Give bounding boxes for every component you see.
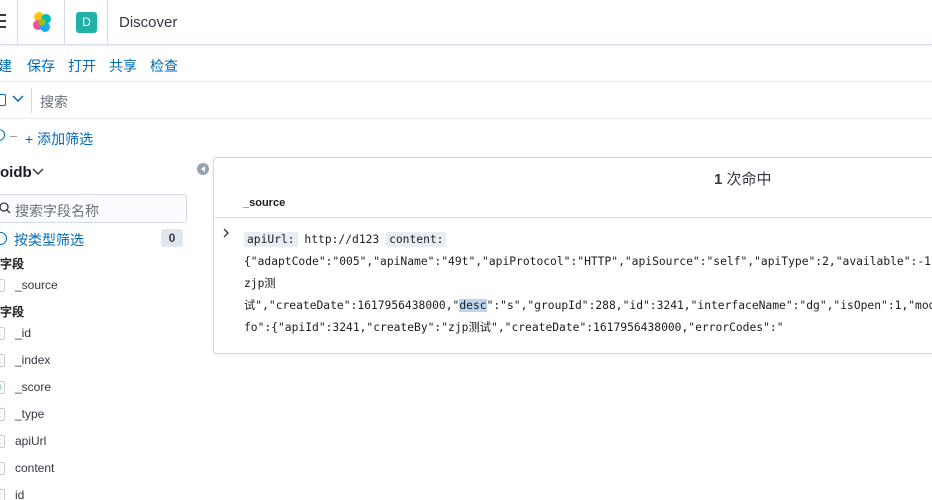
top-nav-menu: 建 保存 打开 共享 检查 xyxy=(0,46,932,82)
header-divider xyxy=(214,217,932,218)
doc-line: fo":{"apiId":3241,"createBy":"zjp测试","cr… xyxy=(244,321,784,334)
results-panel: 1 次命中 _source apiUrl: http://d123 conten… xyxy=(213,157,932,354)
chevron-down-icon[interactable] xyxy=(12,95,24,103)
field-type-icon: t xyxy=(0,435,5,448)
hit-count-label: 次命中 xyxy=(726,171,772,188)
doc-line: zjp测 xyxy=(244,277,276,290)
doc-line: {"adaptCode":"005","apiName":"49t","apiP… xyxy=(244,255,932,268)
filter-icon xyxy=(0,232,7,245)
query-bar: 搜索 xyxy=(0,82,932,119)
field-name: _index xyxy=(15,353,51,367)
chevron-right-icon[interactable] xyxy=(222,228,230,238)
chevron-down-icon[interactable] xyxy=(32,168,44,176)
field-item[interactable]: t _type xyxy=(0,406,174,424)
app-header: D Discover xyxy=(0,0,932,45)
field-item[interactable]: t content xyxy=(0,460,174,478)
saved-query-icon[interactable] xyxy=(0,94,6,106)
doc-line: 试","createDate":1617956438000,"desc":"s"… xyxy=(244,295,932,317)
open-button[interactable]: 打开 xyxy=(68,56,96,76)
menu-icon[interactable] xyxy=(0,14,8,28)
filter-by-type-label: 按类型筛选 xyxy=(14,232,84,248)
field-name: content xyxy=(15,461,55,475)
field-item[interactable]: t _id xyxy=(0,325,174,343)
field-search-placeholder: 搜索字段名称 xyxy=(15,203,99,219)
share-button[interactable]: 共享 xyxy=(109,56,137,76)
field-type-icon: t xyxy=(0,462,5,475)
search-input[interactable]: 搜索 xyxy=(40,92,68,112)
document-source: apiUrl: http://d123 content: {"adaptCode… xyxy=(244,229,932,339)
save-button[interactable]: 保存 xyxy=(27,56,55,76)
header-divider xyxy=(107,0,108,45)
query-divider xyxy=(31,88,32,113)
field-type-icon: t xyxy=(0,327,5,340)
field-item[interactable]: t apiUrl xyxy=(0,433,174,451)
doc-text: ":"s","groupId":288,"id":3241,"interface… xyxy=(486,299,932,312)
field-name: _id xyxy=(15,326,32,340)
field-type-icon: t xyxy=(0,408,5,421)
inspect-button[interactable]: 检查 xyxy=(150,56,178,76)
selected-fields-heading: 定字段 xyxy=(0,257,25,271)
hit-count: 1 次命中 xyxy=(714,168,772,189)
available-fields-heading: 用字段 xyxy=(0,305,25,319)
field-item[interactable]: › _source xyxy=(0,277,174,295)
field-name: apiUrl xyxy=(15,434,47,448)
filter-by-type-button[interactable]: 按类型筛选 0 xyxy=(0,229,184,249)
filter-divider xyxy=(10,136,17,137)
filter-count-badge: 0 xyxy=(161,229,183,247)
field-value: http://d123 xyxy=(304,233,380,246)
hit-count-number: 1 xyxy=(714,171,723,188)
field-type-icon: › xyxy=(0,279,5,292)
add-filter-button[interactable]: + 添加筛选 xyxy=(25,129,93,149)
header-divider xyxy=(64,0,65,45)
field-name: _type xyxy=(15,407,45,421)
field-key: apiUrl: xyxy=(244,232,298,247)
field-name: _source xyxy=(15,278,58,292)
field-name: _score xyxy=(15,380,52,394)
filter-bar: + 添加筛选 xyxy=(0,120,932,154)
field-type-icon: t xyxy=(0,489,5,500)
field-type-icon: t xyxy=(0,354,5,367)
column-header: _source xyxy=(243,197,286,209)
field-key: content: xyxy=(386,232,447,247)
field-type-icon: # xyxy=(0,381,5,394)
space-avatar[interactable]: D xyxy=(76,12,97,33)
field-name: id xyxy=(15,488,25,500)
app-title: Discover xyxy=(119,14,178,31)
collapse-sidebar-icon[interactable] xyxy=(197,163,209,175)
doc-text: 试","createDate":1617956438000," xyxy=(244,299,460,312)
index-pattern-name[interactable]: oidb xyxy=(0,164,32,181)
new-button[interactable]: 建 xyxy=(0,56,12,76)
field-item[interactable]: # _score xyxy=(0,379,174,397)
header-divider xyxy=(17,0,18,45)
highlighted-text: desc xyxy=(459,299,487,312)
search-icon xyxy=(0,202,11,214)
filter-options-icon[interactable] xyxy=(0,129,5,141)
field-item[interactable]: t _index xyxy=(0,352,174,370)
elastic-logo-icon[interactable] xyxy=(30,10,54,34)
doc-line: apiUrl: http://d123 content: xyxy=(244,229,932,251)
field-item[interactable]: t id xyxy=(0,487,174,500)
field-search-input[interactable]: 搜索字段名称 xyxy=(0,194,187,223)
